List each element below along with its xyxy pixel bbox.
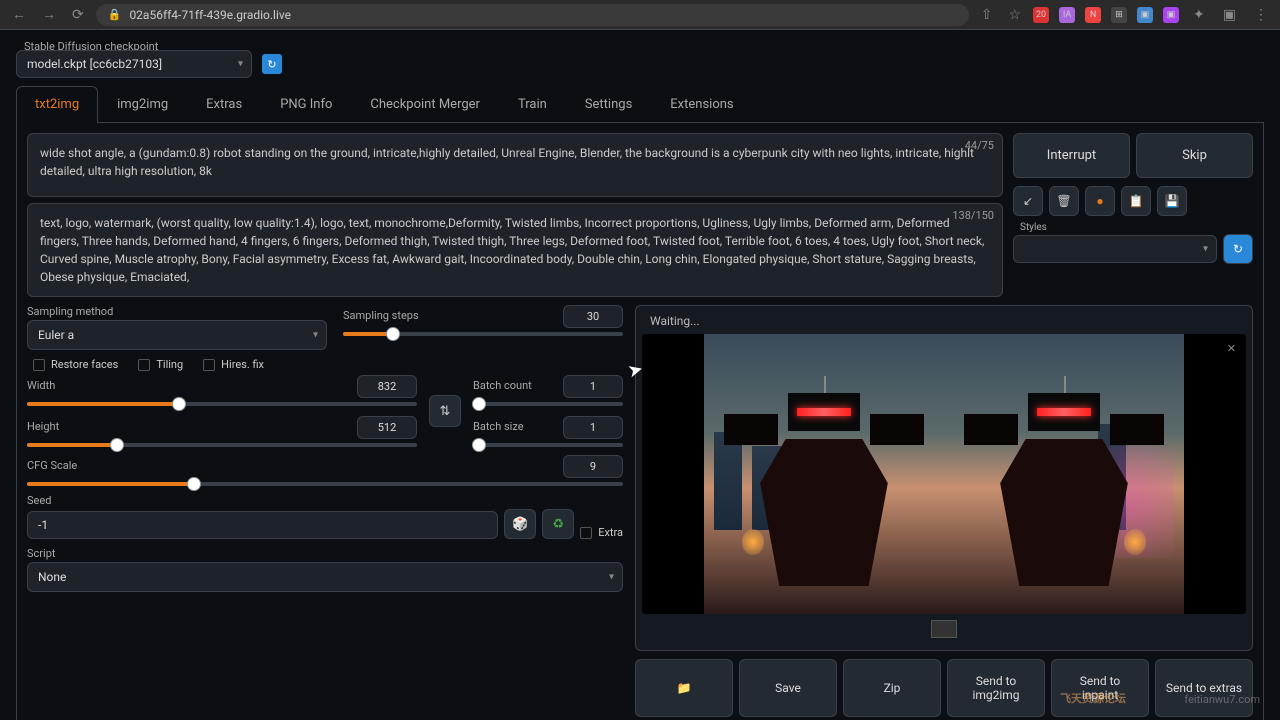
neg-prompt-token-count: 138/150 — [952, 208, 994, 225]
zip-button[interactable]: Zip — [843, 659, 941, 717]
tab-settings[interactable]: Settings — [566, 86, 651, 122]
close-icon[interactable]: ✕ — [1227, 342, 1236, 355]
send-to-img2img-button[interactable]: Send to img2img — [947, 659, 1045, 717]
sampling-steps-slider[interactable] — [343, 332, 623, 336]
reuse-seed-button[interactable]: ♻ — [542, 509, 574, 539]
styles-select[interactable]: Styles ▾ — [1013, 235, 1217, 263]
chevron-down-icon: ▾ — [1203, 244, 1208, 255]
extensions-icon[interactable]: ✦ — [1189, 5, 1209, 25]
width-label: Width — [27, 379, 55, 392]
tab-extensions[interactable]: Extensions — [651, 86, 752, 122]
tab-img2img[interactable]: img2img — [98, 86, 187, 122]
back-button[interactable]: ← — [8, 4, 30, 25]
ext-icon-6[interactable]: ▣ — [1163, 7, 1179, 23]
batch-size-label: Batch size — [473, 420, 524, 433]
interrupt-button[interactable]: Interrupt — [1013, 133, 1130, 178]
send-to-extras-button[interactable]: Send to extras — [1155, 659, 1253, 717]
prompt-input[interactable]: 44/75 wide shot angle, a (gundam:0.8) ro… — [27, 133, 1003, 197]
panel-icon[interactable]: ▣ — [1219, 5, 1240, 25]
tab-pnginfo[interactable]: PNG Info — [261, 86, 351, 122]
ext-icon-4[interactable]: ⊞ — [1111, 7, 1127, 23]
main-tabs: txt2img img2img Extras PNG Info Checkpoi… — [16, 86, 1264, 123]
batch-count-value[interactable]: 1 — [563, 375, 623, 398]
url-text: 02a56ff4-71ff-439e.gradio.live — [129, 8, 291, 22]
cfg-slider[interactable] — [27, 482, 623, 486]
tab-extras[interactable]: Extras — [187, 86, 261, 122]
chevron-down-icon: ▾ — [609, 572, 614, 583]
script-label: Script — [27, 547, 623, 560]
height-value[interactable]: 512 — [357, 416, 417, 439]
random-seed-button[interactable]: 🎲 — [504, 509, 536, 539]
batch-count-label: Batch count — [473, 379, 532, 392]
ext-icon-2[interactable]: IA — [1059, 7, 1075, 23]
share-icon[interactable]: ⇧ — [977, 5, 997, 25]
status-text: Waiting... — [642, 312, 1246, 334]
clipboard-button[interactable]: 📋 — [1121, 186, 1151, 216]
restore-faces-checkbox[interactable]: Restore faces — [33, 358, 118, 371]
sampling-steps-value[interactable]: 30 — [563, 305, 623, 328]
send-to-inpaint-button[interactable]: Send to inpaint — [1051, 659, 1149, 717]
sampling-steps-label: Sampling steps — [343, 309, 419, 322]
prompt-token-count: 44/75 — [965, 138, 994, 155]
ext-icon-5[interactable]: ▣ — [1137, 7, 1153, 23]
star-icon[interactable]: ☆ — [1004, 5, 1025, 25]
skip-button[interactable]: Skip — [1136, 133, 1253, 178]
width-value[interactable]: 832 — [357, 375, 417, 398]
batch-size-slider[interactable] — [473, 443, 623, 447]
negative-prompt-input[interactable]: 138/150 text, logo, watermark, (worst qu… — [27, 203, 1003, 297]
seed-label: Seed — [27, 494, 623, 507]
height-label: Height — [27, 420, 59, 433]
seed-input[interactable]: -1 — [27, 511, 498, 539]
chevron-down-icon: ▾ — [313, 330, 318, 341]
tab-train[interactable]: Train — [499, 86, 566, 122]
lock-icon: 🔒 — [108, 8, 122, 21]
forward-button[interactable]: → — [38, 4, 60, 25]
tiling-checkbox[interactable]: Tiling — [138, 358, 183, 371]
extra-seed-checkbox[interactable]: Extra — [580, 526, 623, 539]
watermark-2: 飞天资源论坛 — [1060, 690, 1126, 706]
ext-icon-3[interactable]: N — [1085, 7, 1101, 23]
sampling-method-select[interactable]: Euler a ▾ — [27, 320, 327, 350]
refresh-checkpoint-button[interactable]: ↻ — [262, 54, 282, 74]
refresh-styles-button[interactable]: ↻ — [1223, 234, 1253, 264]
reload-button[interactable]: ⟳ — [68, 5, 88, 25]
arrow-button[interactable]: ↙ — [1013, 186, 1043, 216]
open-folder-button[interactable]: 📁 — [635, 659, 733, 717]
output-panel: Waiting... ✕ — [635, 305, 1253, 651]
trash-button[interactable]: 🗑 — [1049, 186, 1079, 216]
url-bar[interactable]: 🔒 02a56ff4-71ff-439e.gradio.live — [96, 4, 969, 26]
style-dot-button[interactable]: ● — [1085, 186, 1115, 216]
checkpoint-select[interactable]: model.ckpt [cc6cb27103] ▾ — [16, 50, 252, 78]
menu-icon[interactable]: ⋮ — [1250, 5, 1272, 25]
sampling-method-label: Sampling method — [27, 305, 327, 318]
script-select[interactable]: None ▾ — [27, 562, 623, 592]
save-style-button[interactable]: 💾 — [1157, 186, 1187, 216]
hires-fix-checkbox[interactable]: Hires. fix — [203, 358, 264, 371]
save-button[interactable]: Save — [739, 659, 837, 717]
cfg-label: CFG Scale — [27, 459, 77, 472]
height-slider[interactable] — [27, 443, 417, 447]
width-slider[interactable] — [27, 402, 417, 406]
ext-icon-1[interactable]: 20 — [1033, 7, 1049, 23]
tab-checkpoint-merger[interactable]: Checkpoint Merger — [351, 86, 499, 122]
generated-image[interactable]: ✕ — [642, 334, 1246, 614]
batch-size-value[interactable]: 1 — [563, 416, 623, 439]
swap-dimensions-button[interactable]: ⇅ — [429, 395, 461, 427]
cfg-value[interactable]: 9 — [563, 455, 623, 478]
thumbnail[interactable] — [931, 620, 957, 638]
watermark-1: feitianwu7.com — [1184, 693, 1260, 706]
tab-txt2img[interactable]: txt2img — [16, 86, 98, 123]
batch-count-slider[interactable] — [473, 402, 623, 406]
chevron-down-icon: ▾ — [238, 59, 243, 70]
